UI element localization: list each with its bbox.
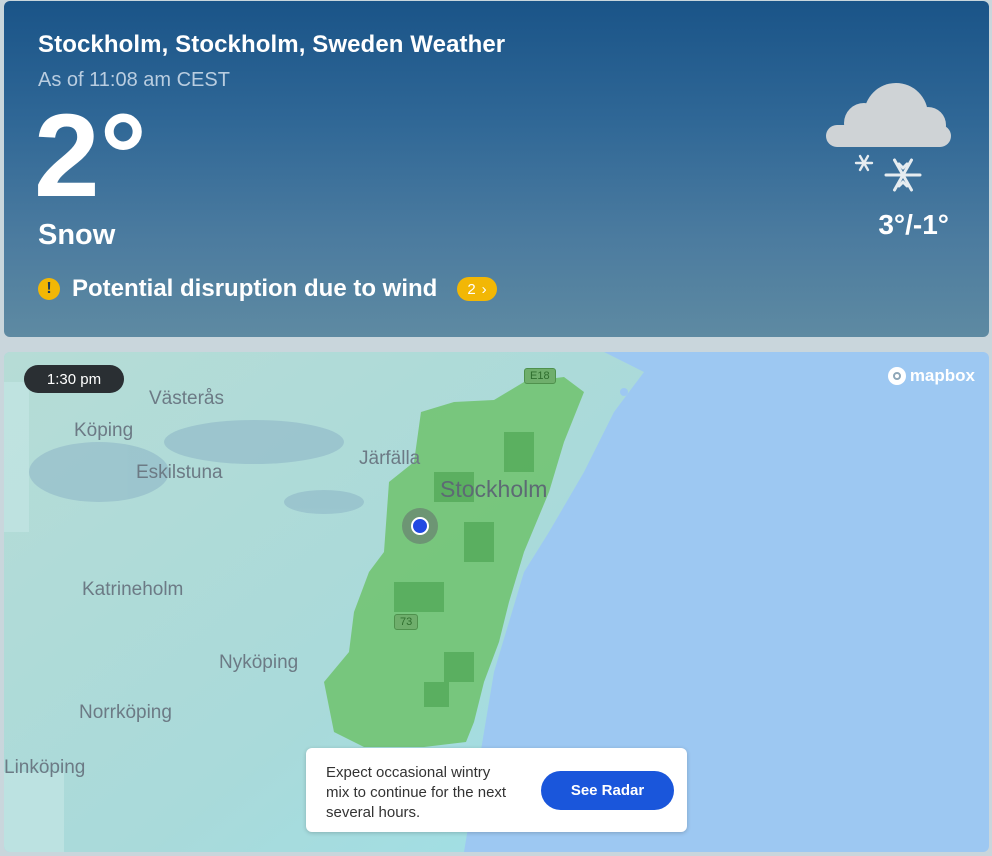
weather-alert[interactable]: ! Potential disruption due to wind 2 ›: [38, 273, 497, 305]
road-shield-e18: E18: [524, 368, 556, 384]
radar-summary-card: Expect occasional wintry mix to continue…: [306, 748, 687, 832]
place-label: Linköping: [4, 757, 86, 778]
current-location-marker: [402, 508, 438, 544]
radar-time-label: 1:30 pm: [24, 365, 124, 393]
radar-map[interactable]: 1:30 pm mapbox Västerås Köping Eskilstun…: [4, 352, 989, 852]
see-radar-button[interactable]: See Radar: [541, 771, 674, 810]
current-temperature: 2°: [34, 90, 147, 222]
place-label: Järfälla: [359, 448, 421, 469]
high-low-temperature: 3°/-1°: [878, 209, 949, 240]
alert-text: Potential disruption due to wind: [72, 275, 438, 302]
mapbox-logo: mapbox: [887, 366, 975, 386]
place-label: Eskilstuna: [136, 462, 223, 483]
location-title: Stockholm, Stockholm, Sweden Weather: [38, 31, 506, 58]
exclamation-icon: !: [38, 278, 60, 300]
radar-message: Expect occasional wintry mix to continue…: [326, 764, 507, 821]
place-label: Katrineholm: [82, 579, 184, 600]
chevron-right-icon: ›: [481, 280, 487, 298]
snow-cloud-icon: [826, 83, 951, 192]
condition-label: Snow: [38, 219, 116, 251]
alert-count-badge[interactable]: 2 ›: [457, 277, 497, 301]
as-of-timestamp: As of 11:08 am CEST: [38, 69, 230, 91]
mapbox-icon: [887, 367, 906, 385]
place-label: Stockholm: [440, 476, 548, 502]
place-label: Västerås: [149, 388, 224, 409]
place-label: Norrköping: [79, 702, 172, 723]
place-label: Köping: [74, 420, 134, 441]
place-label: Nyköping: [219, 652, 299, 673]
location-dot-icon: [411, 517, 429, 535]
road-shield-73: 73: [394, 614, 419, 630]
mapbox-label: mapbox: [909, 366, 975, 385]
alert-count: 2: [467, 280, 476, 298]
current-weather-card[interactable]: Stockholm, Stockholm, Sweden Weather As …: [4, 1, 989, 337]
